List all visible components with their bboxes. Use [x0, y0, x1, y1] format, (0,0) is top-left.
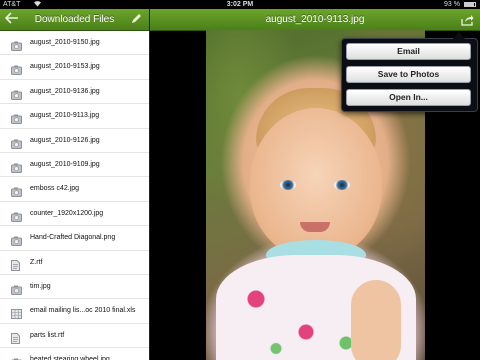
file-name: tim.jpg [30, 282, 51, 290]
popover-arrow [453, 32, 465, 39]
file-list-item[interactable]: august_2010-9113.jpg [0, 104, 149, 129]
file-name: email mailing lis...oc 2010 final.xls [30, 307, 136, 315]
photo-eye-right [334, 180, 350, 190]
document-icon [11, 258, 22, 271]
battery-percent: 93 % [444, 1, 460, 8]
back-arrow-icon[interactable] [4, 12, 20, 27]
file-list-item[interactable]: emboss c42.jpg [0, 177, 149, 202]
share-popover: Email Save to Photos Open In... [341, 32, 478, 112]
file-list-item[interactable]: august_2010-9126.jpg [0, 129, 149, 153]
photo-arm [351, 280, 401, 360]
camera-icon [11, 209, 22, 222]
file-list-item[interactable]: august_2010-9109.jpg [0, 153, 149, 178]
photo-eye-left [280, 180, 296, 190]
camera-icon [11, 160, 22, 173]
save-to-photos-button[interactable]: Save to Photos [346, 66, 471, 83]
camera-icon [11, 111, 22, 125]
file-list-item[interactable]: email mailing lis...oc 2010 final.xls [0, 299, 149, 324]
file-list-item[interactable]: tim.jpg [0, 275, 149, 300]
sidebar-title: Downloaded Files [34, 14, 115, 25]
file-list-item[interactable]: parts list.rtf [0, 324, 149, 349]
file-name: Hand-Crafted Diagonal.png [30, 234, 116, 242]
file-list-item[interactable]: august_2010-9136.jpg [0, 80, 149, 105]
share-icon[interactable] [461, 13, 474, 26]
sidebar-navbar: Downloaded Files [0, 9, 149, 31]
viewer-navbar: august_2010-9113.jpg [150, 9, 480, 31]
camera-icon [11, 38, 22, 51]
pencil-icon[interactable] [129, 12, 143, 27]
camera-icon [11, 184, 22, 198]
viewer-title: august_2010-9113.jpg [265, 14, 365, 25]
camera-icon [11, 355, 22, 360]
camera-icon [11, 282, 22, 295]
battery-icon [464, 2, 476, 7]
camera-icon [11, 87, 22, 100]
spreadsheet-icon [11, 306, 22, 320]
file-name: august_2010-9136.jpg [30, 87, 100, 95]
open-in-button[interactable]: Open In... [346, 89, 471, 106]
camera-icon [11, 233, 22, 247]
file-list-item[interactable]: august_2010-9150.jpg [0, 31, 149, 56]
photo-face [250, 108, 382, 258]
email-button[interactable]: Email [346, 43, 471, 60]
file-name: august_2010-9150.jpg [30, 39, 100, 46]
file-name: counter_1920x1200.jpg [30, 209, 104, 217]
file-list: august_2010-9150.jpg august_2010-9153.jpg… [0, 31, 149, 360]
file-name: emboss c42.jpg [30, 185, 80, 193]
file-list-item[interactable]: heated stearing wheel.jpg [0, 348, 149, 360]
file-list-item[interactable]: Hand-Crafted Diagonal.png [0, 226, 149, 251]
status-bar: AT&T 3:02 PM 93 % [0, 0, 480, 9]
file-name: august_2010-9113.jpg [30, 112, 100, 120]
photo-mouth [300, 222, 330, 232]
file-name: august_2010-9109.jpg [30, 160, 100, 168]
file-list-item[interactable]: august_2010-9153.jpg [0, 55, 149, 80]
camera-icon [11, 62, 22, 76]
file-name: heated stearing wheel.jpg [30, 356, 110, 360]
file-list-item[interactable]: Z.rtf [0, 251, 149, 275]
camera-icon [11, 136, 22, 149]
document-icon [11, 331, 22, 344]
sidebar: Downloaded Files august_2010-9150.jpg aug… [0, 9, 150, 360]
file-name: Z.rtf [30, 258, 43, 266]
file-name: parts list.rtf [30, 331, 65, 339]
status-time: 3:02 PM [226, 1, 254, 8]
file-name: august_2010-9126.jpg [30, 136, 100, 144]
file-list-item[interactable]: counter_1920x1200.jpg [0, 202, 149, 227]
file-name: august_2010-9153.jpg [30, 63, 100, 71]
